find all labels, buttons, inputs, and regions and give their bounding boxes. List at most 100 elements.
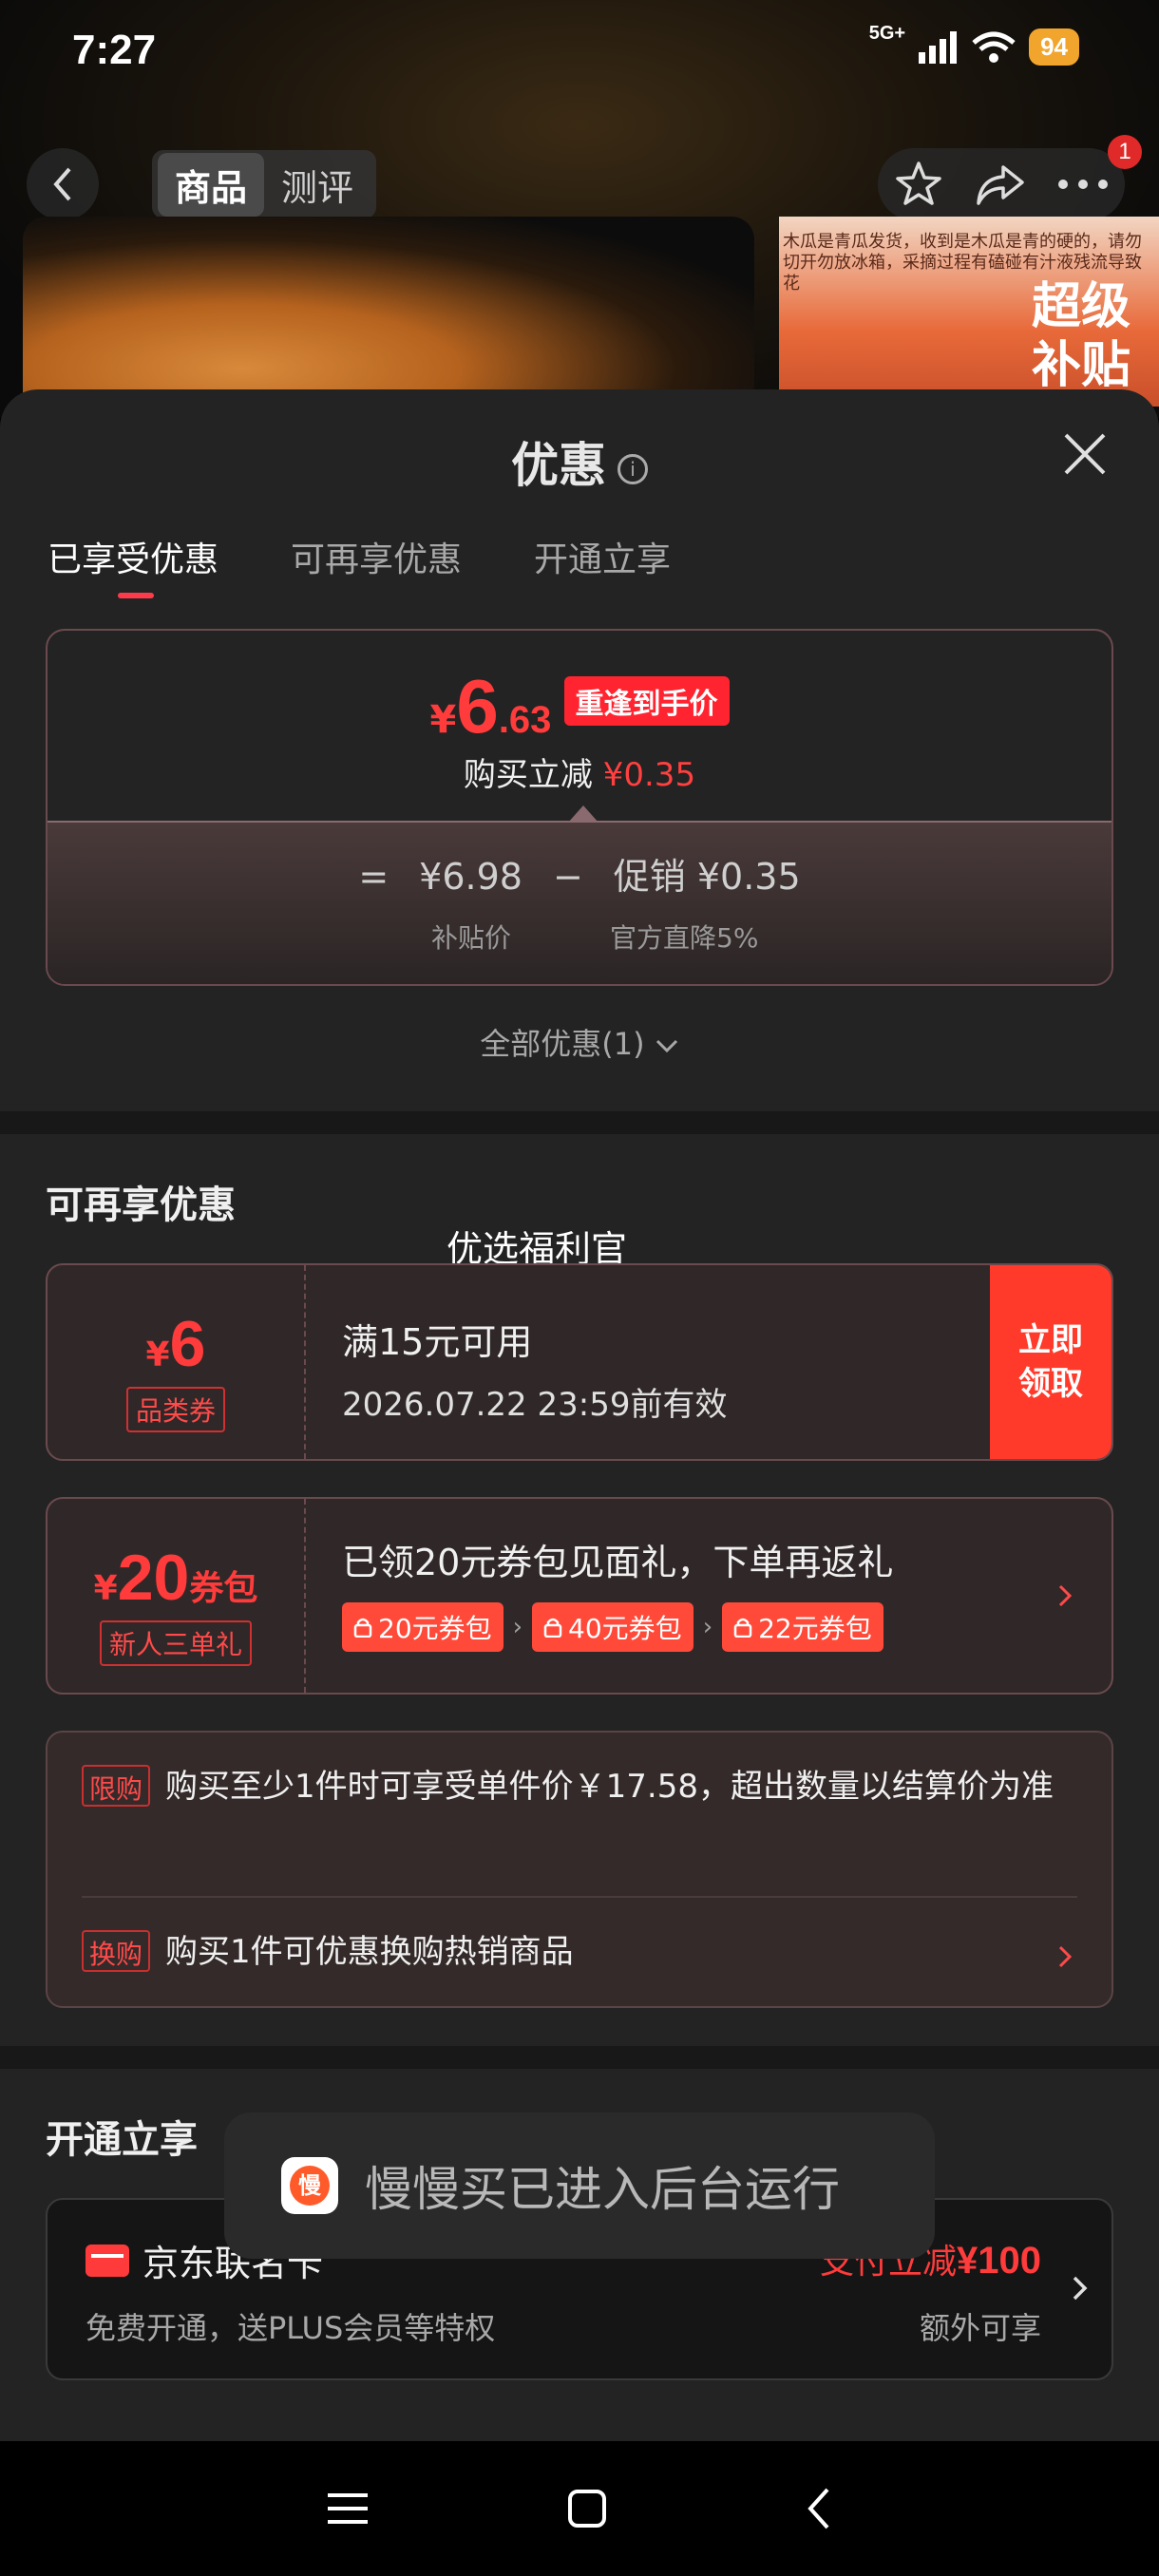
rule-divider <box>82 1896 1077 1898</box>
coupon-pack[interactable]: ¥20券包 新人三单礼 已领20元券包见面礼，下单再返礼 20元券包 › 40元… <box>46 1497 1113 1695</box>
coupon-chip-label: 40元券包 <box>568 1613 682 1644</box>
chevron-right-icon <box>1058 1945 1073 1968</box>
claim-label: 立即领取 <box>1018 1321 1083 1403</box>
sheet-title: 优惠 i <box>0 427 1159 496</box>
more-icon[interactable] <box>1057 179 1109 190</box>
chevron-down-icon <box>656 1039 677 1053</box>
tab-enjoyed[interactable]: 已享受优惠 <box>48 532 218 598</box>
rule-text: 购买1件可优惠换购热销商品 <box>165 1933 574 1971</box>
promo-deduction: 促销 ¥0.35 <box>613 856 801 898</box>
coupon-value: ¥6 品类券 <box>48 1265 306 1459</box>
promo-label-text: 官方直降5% <box>610 922 759 954</box>
home-icon[interactable] <box>566 2488 608 2529</box>
summary-top: ¥6.63 重逢到手价 购买立减 ¥0.35 <box>48 631 1112 821</box>
tab-open[interactable]: 开通立享 <box>534 532 671 598</box>
product-page-background: 7:27 5G+ 94 商品 测评 1 木瓜是青瓜发货，收到是木瓜是青的硬的，请… <box>0 0 1159 418</box>
back-icon[interactable] <box>805 2486 833 2531</box>
product-image-main <box>23 217 754 407</box>
promo-label: 超级 补贴 <box>1031 278 1130 394</box>
toast-text: 慢慢买已进入后台运行 <box>365 2162 840 2217</box>
coupon-type-badge: 品类券 <box>125 1387 225 1432</box>
chevron-left-icon <box>53 167 71 201</box>
tab-product[interactable]: 商品 <box>158 152 265 217</box>
coupon-pack-unit: 券包 <box>189 1569 258 1608</box>
section-divider <box>0 1111 1159 1134</box>
rule-text: 购买至少1件时可享受单件价￥17.58，超出数量以结算价为准 <box>165 1768 1054 1806</box>
coupon-pack-badge: 新人三单礼 <box>99 1620 252 1666</box>
coupon-pack-chips: 20元券包 › 40元券包 › 22元券包 <box>342 1602 893 1652</box>
section-title-more-offers: 可再享优惠 <box>46 1184 236 1227</box>
rule-tag: 限购 <box>82 1765 151 1807</box>
category-coupon: ¥6 品类券 满15元可用 2026.07.22 23:59前有效 立即领取 <box>46 1263 1113 1461</box>
signal-icon <box>919 30 958 64</box>
app-icon: 慢 <box>281 2157 338 2214</box>
product-top-nav: 商品 测评 1 <box>0 135 1159 228</box>
price-formula: = ¥6.98− 促销 ¥0.35 <box>48 847 1112 900</box>
share-icon[interactable] <box>975 161 1026 207</box>
sheet-title-text: 优惠 <box>511 438 606 493</box>
coupon-pack-amount: ¥20券包 <box>48 1541 304 1615</box>
status-bar: 7:27 5G+ 94 <box>0 0 1159 104</box>
claim-coupon-button[interactable]: 立即领取 <box>990 1265 1112 1459</box>
product-image-secondary: 木瓜是青瓜发货，收到是木瓜是青的硬的，请勿切开勿放冰箱，采摘过程有磕碰有汁液残流… <box>779 217 1159 407</box>
rule-limit: 限购 购买至少1件时可享受单件价￥17.58，超出数量以结算价为准 <box>82 1765 1077 1812</box>
credit-card-icon <box>86 2244 129 2277</box>
coupon-number: 6 <box>169 1308 206 1380</box>
coupon-chip: 20元券包 <box>342 1602 504 1652</box>
price-decimal: .63 <box>498 699 552 741</box>
wifi-icon <box>972 31 1016 63</box>
section-divider <box>0 2046 1159 2069</box>
menu-icon[interactable] <box>326 2490 370 2528</box>
sheet-header: 优惠 i <box>0 389 1159 503</box>
rule-trade-in[interactable]: 换购 购买1件可优惠换购热销商品 <box>82 1930 1077 1978</box>
coupon-chip-label: 20元券包 <box>378 1613 492 1644</box>
base-price: ¥6.98 <box>419 856 522 898</box>
notification-badge: 1 <box>1108 135 1142 169</box>
coupon-chip-label: 22元券包 <box>758 1613 872 1644</box>
price-currency: ¥ <box>429 698 457 742</box>
product-tabs: 商品 测评 <box>152 150 377 218</box>
all-offers-toggle[interactable]: 全部优惠(1) <box>0 1020 1159 1064</box>
status-icons: 5G+ 94 <box>869 23 1079 66</box>
tab-review[interactable]: 测评 <box>264 153 370 217</box>
app-icon-glyph: 慢 <box>290 2166 330 2206</box>
coupon-pack-currency: ¥ <box>93 1569 118 1608</box>
system-navigation-bar <box>0 2441 1159 2576</box>
lock-icon <box>733 1618 752 1638</box>
purchase-rules-card: 限购 购买至少1件时可享受单件价￥17.58，超出数量以结算价为准 换购 购买1… <box>46 1731 1113 2008</box>
notch-pointer <box>568 805 598 823</box>
nav-actions <box>878 148 1125 220</box>
chevron-right-icon <box>1058 1584 1073 1607</box>
coupon-details: 满15元可用 2026.07.22 23:59前有效 <box>342 1265 727 1459</box>
offer-tabs: 已享受优惠 可再享优惠 开通立享 <box>48 532 671 598</box>
network-label: 5G+ <box>868 23 906 44</box>
coupon-condition: 满15元可用 <box>342 1321 533 1363</box>
all-offers-label: 全部优惠(1) <box>480 1026 645 1062</box>
tab-more[interactable]: 可再享优惠 <box>291 532 462 598</box>
formula-labels: 补贴价 官方直降5% <box>431 918 758 956</box>
card-description: 免费开通，送PLUS会员等特权 <box>86 2310 496 2346</box>
rule-tag: 换购 <box>82 1930 151 1972</box>
price-tag-badge: 重逢到手价 <box>563 676 730 726</box>
coupon-expiry: 2026.07.22 23:59前有效 <box>342 1386 728 1424</box>
minus-sign: − <box>552 856 583 898</box>
star-icon[interactable] <box>894 160 943 209</box>
info-icon[interactable]: i <box>618 453 648 484</box>
background-running-toast: 慢 慢慢买已进入后台运行 <box>224 2112 935 2259</box>
coupon-currency: ¥ <box>145 1335 170 1374</box>
instant-discount-label: 购买立减 <box>463 756 593 794</box>
back-button[interactable] <box>27 148 99 220</box>
coupon-chip: 40元券包 <box>532 1602 694 1652</box>
coupon-amount: ¥6 <box>48 1307 304 1381</box>
chevron-right-icon: › <box>512 1613 523 1641</box>
price-summary-card: ¥6.63 重逢到手价 购买立减 ¥0.35 = ¥6.98− 促销 ¥0.35 补… <box>46 629 1113 986</box>
close-icon[interactable] <box>1058 427 1112 481</box>
lock-icon <box>543 1618 562 1638</box>
coupon-pack-value: ¥20券包 新人三单礼 <box>48 1499 306 1693</box>
chevron-right-icon: › <box>702 1613 713 1641</box>
card-discount-amount: ¥100 <box>957 2240 1041 2282</box>
final-price: ¥6.63 重逢到手价 <box>48 663 1112 750</box>
instant-discount-value: ¥0.35 <box>602 756 696 794</box>
status-time: 7:27 <box>72 27 157 73</box>
base-price-label: 补贴价 <box>431 922 512 954</box>
